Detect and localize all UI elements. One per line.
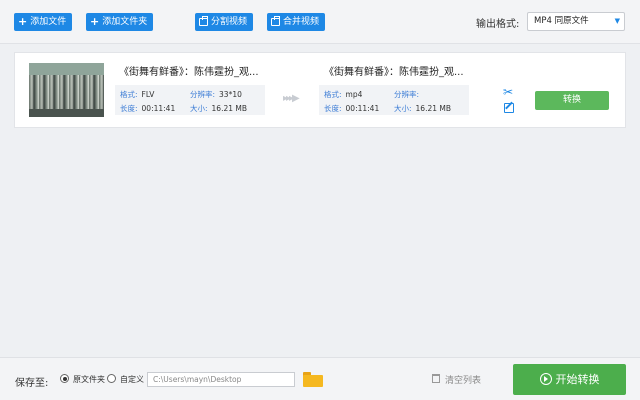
merge-video-button[interactable]: 合并视频	[267, 13, 326, 31]
source-title: 《街舞有鲜番》：陈伟霆扮_观...	[119, 67, 259, 78]
output-format-value: MP4 同原文件	[534, 16, 589, 26]
save-path-input[interactable]: C:\Users\mayn\Desktop	[147, 372, 295, 387]
output-size-key: 大小:	[394, 104, 412, 113]
arrow-right-icon: ▸▸▸▶	[283, 93, 300, 104]
output-format-label: 输出格式:	[476, 19, 520, 30]
output-format-key: 格式:	[324, 90, 342, 99]
source-size-key: 大小:	[190, 104, 208, 113]
source-duration-value: 00:11:41	[141, 104, 176, 113]
split-video-button[interactable]: 分割视频	[195, 13, 254, 31]
output-info: 格式: mp4 分辨率: 长度: 00:11:41 大小: 16.21 MB	[319, 85, 469, 115]
dropdown-caret-icon: ▼	[614, 17, 620, 25]
split-video-label: 分割视频	[211, 17, 248, 27]
add-file-button[interactable]: + 添加文件	[14, 13, 73, 31]
add-folder-label: 添加文件夹	[102, 17, 148, 27]
source-resolution-key: 分辨率:	[190, 90, 216, 99]
file-list-item[interactable]: 《街舞有鲜番》：陈伟霆扮_观... 格式: FLV 分辨率: 33*10 长度: 00…	[14, 52, 626, 128]
edit-icon[interactable]	[504, 103, 514, 113]
radio-original-label: 原文件夹	[73, 375, 105, 384]
output-resolution-key: 分辨率:	[394, 90, 420, 99]
scissors-icon[interactable]: ✂	[503, 85, 513, 99]
split-icon	[199, 16, 208, 26]
output-size-value: 16.21 MB	[415, 104, 452, 113]
source-format-value: FLV	[141, 90, 155, 99]
plus-icon: +	[90, 15, 100, 28]
source-size-value: 16.21 MB	[211, 104, 248, 113]
output-format-select[interactable]: MP4 同原文件 ▼	[527, 12, 625, 31]
play-circle-icon	[539, 373, 552, 385]
clear-list-button[interactable]: 清空列表	[445, 373, 481, 386]
trash-icon[interactable]	[432, 374, 440, 383]
source-duration-key: 长度:	[120, 104, 138, 113]
folder-icon[interactable]	[303, 372, 323, 387]
output-title: 《街舞有鲜番》：陈伟霆扮_观...	[324, 67, 464, 78]
source-info: 格式: FLV 分辨率: 33*10 长度: 00:11:41 大小: 16.21 MB	[115, 85, 265, 115]
output-duration-value: 00:11:41	[345, 104, 380, 113]
add-file-label: 添加文件	[30, 17, 67, 27]
radio-custom[interactable]	[107, 374, 116, 383]
merge-icon	[271, 16, 280, 26]
radio-original-folder[interactable]	[60, 374, 69, 383]
plus-icon: +	[18, 15, 28, 28]
save-to-label: 保存至:	[15, 378, 49, 389]
output-format-value: mp4	[345, 90, 363, 99]
start-convert-button[interactable]: 开始转换	[513, 364, 626, 395]
source-resolution-value: 33*10	[219, 90, 242, 99]
start-convert-label: 开始转换	[555, 373, 600, 386]
add-folder-button[interactable]: + 添加文件夹	[86, 13, 154, 31]
bottom-bar: 保存至: 原文件夹 自定义 C:\Users\mayn\Desktop 清空列表…	[0, 357, 640, 400]
convert-button[interactable]: 转换	[535, 91, 609, 110]
radio-custom-label: 自定义	[120, 375, 144, 384]
merge-video-label: 合并视频	[283, 17, 320, 27]
output-duration-key: 长度:	[324, 104, 342, 113]
video-thumbnail	[29, 63, 104, 117]
source-format-key: 格式:	[120, 90, 138, 99]
toolbar: + 添加文件 + 添加文件夹 分割视频 合并视频 输出格式: MP4 同原文件 …	[0, 0, 640, 44]
